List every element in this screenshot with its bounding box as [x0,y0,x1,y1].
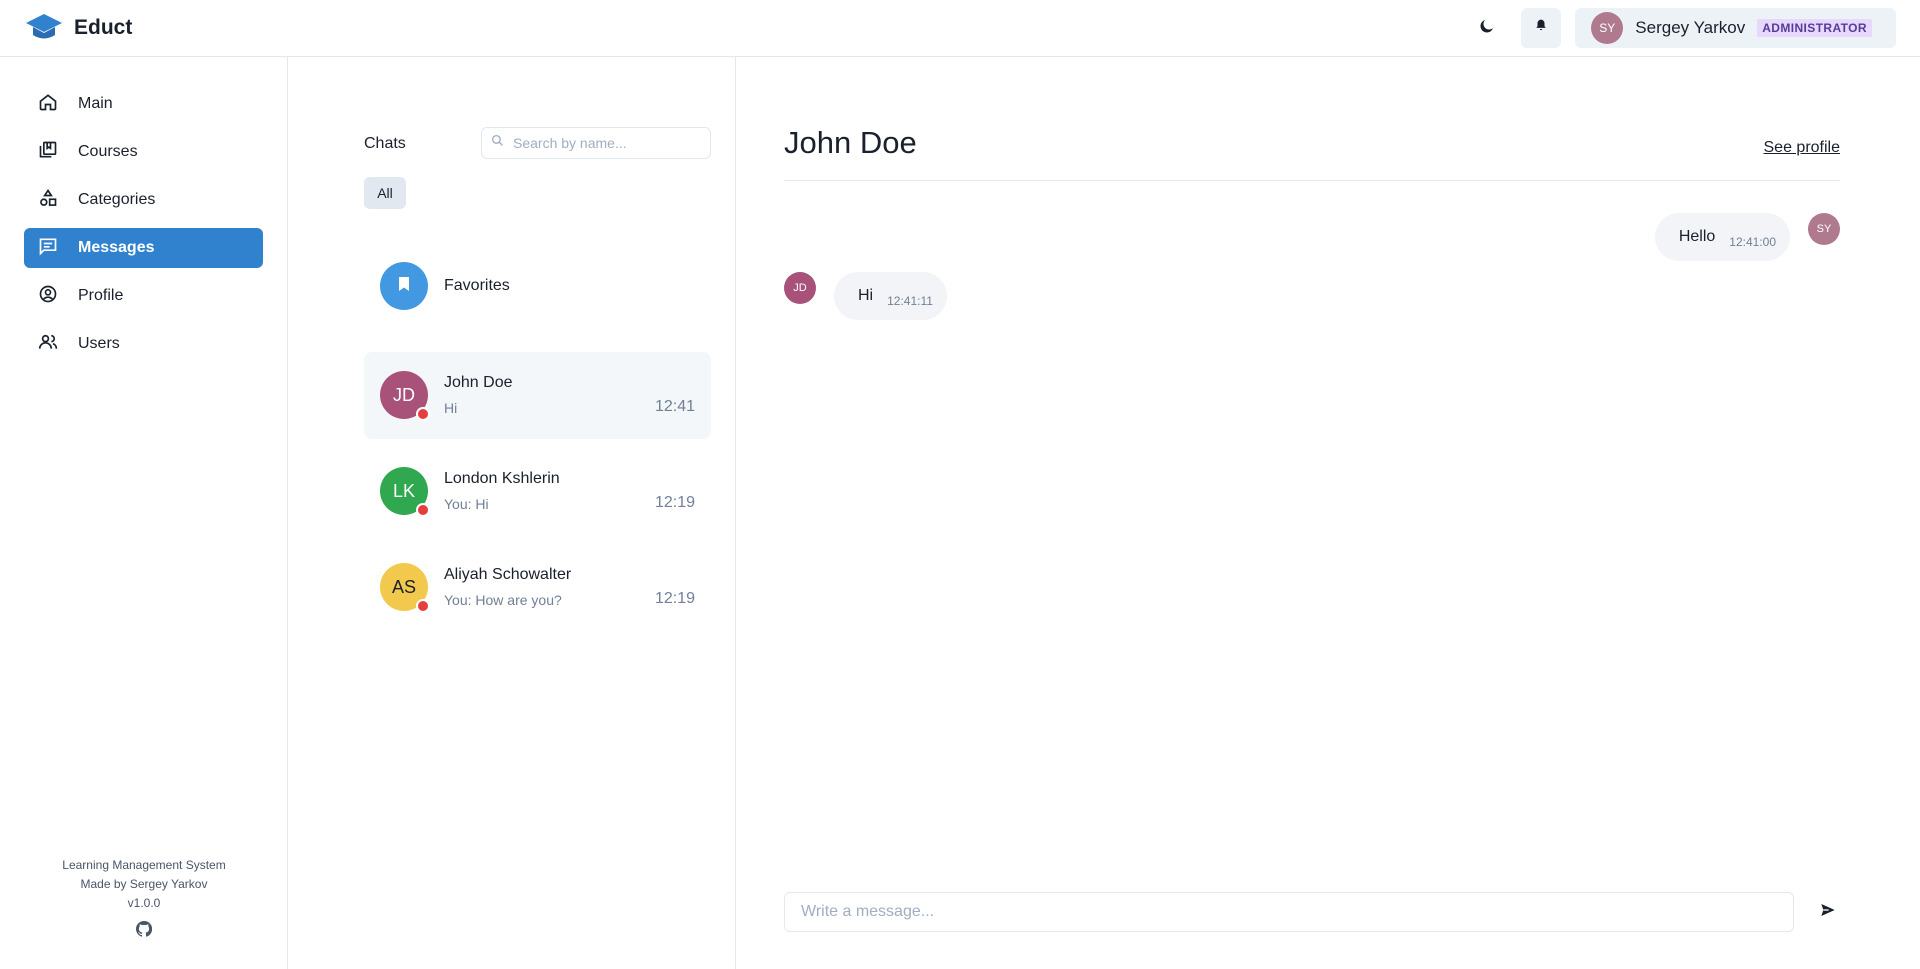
sidebar-item-categories[interactable]: Categories [24,180,263,220]
avatar: SY [1591,12,1624,44]
chat-time: 12:19 [654,494,695,511]
unread-dot [416,599,430,613]
github-link[interactable] [0,920,288,943]
top-header: Educt SY Sergey Yarkov ADMINISTRATOR [0,0,1920,57]
avatar-initials: AS [391,576,416,597]
search-input[interactable] [513,135,703,151]
brand[interactable]: Educt [24,12,132,44]
sidebar-item-courses[interactable]: Courses [24,132,263,172]
footer-author: Made by Sergey Yarkov [80,877,208,891]
message-icon [38,236,58,261]
avatar-initials: JD [393,384,415,405]
message-time: 12:41:11 [887,294,933,308]
favorites-avatar [380,262,428,310]
sidebar-item-label: Main [78,95,113,112]
avatar: LK [380,467,430,517]
avatar: JD [380,371,430,421]
sidebar-item-profile[interactable]: Profile [24,276,263,316]
chat-item[interactable]: JD John Doe Hi 12:41 [364,352,711,439]
bookmark-icon [397,276,411,297]
chat-list-panel: Chats All Favorites JD John Doe Hi 12:41 [288,57,736,969]
user-menu-button[interactable]: SY Sergey Yarkov ADMINISTRATOR [1575,8,1896,48]
sidebar-item-label: Users [78,335,120,352]
footer-app-name: Learning Management System [62,858,226,872]
chat-time: 12:41 [654,398,695,415]
send-icon [1820,902,1836,923]
user-circle-icon [38,284,58,309]
avatar: SY [1808,213,1840,245]
sidebar-item-messages[interactable]: Messages [24,228,263,268]
see-profile-link[interactable]: See profile [1764,139,1841,157]
message-bubble[interactable]: Hi 12:41:11 [834,272,947,320]
chat-preview: You: Hi [444,496,489,512]
sidebar-item-label: Messages [78,239,155,256]
library-icon [38,140,58,165]
chat-item-favorites[interactable]: Favorites [364,243,711,330]
header-actions: SY Sergey Yarkov ADMINISTRATOR [1467,8,1896,48]
moon-icon [1478,17,1496,40]
message-time: 12:41:00 [1729,235,1776,249]
sidebar-item-label: Profile [78,287,124,304]
chat-name: Aliyah Schowalter [444,566,572,583]
chat-name: Favorites [444,277,510,294]
sidebar-item-label: Courses [78,143,138,160]
sidebar-footer: Learning Management System Made by Serge… [0,856,288,943]
chat-name: John Doe [444,374,513,391]
sidebar-item-label: Categories [78,191,156,208]
home-icon [38,92,58,117]
message-composer [784,892,1794,932]
github-icon [135,920,153,943]
shapes-icon [38,188,58,213]
chat-item[interactable]: AS Aliyah Schowalter You: How are you? 1… [364,544,711,631]
sidebar-item-users[interactable]: Users [24,324,263,364]
chat-time: 12:19 [654,590,695,607]
search-icon [491,134,504,152]
avatar: AS [380,563,430,613]
message-text: Hi [858,287,874,304]
message-bubble[interactable]: Hello 12:41:00 [1654,213,1790,261]
unread-dot [416,407,430,421]
user-name: Sergey Yarkov [1635,18,1746,37]
chat-name: London Kshlerin [444,470,560,487]
send-button[interactable] [1808,892,1848,932]
unread-dot [416,503,430,517]
chat-preview: Hi [444,400,458,416]
conversation-title: John Doe [784,125,917,160]
divider [784,180,1840,181]
users-icon [38,332,58,357]
filter-all-button[interactable]: All [364,177,406,209]
message-text: Hello [1678,228,1716,245]
sidebar: Main Courses Categories Messages Profile… [0,57,288,969]
avatar: JD [784,272,816,304]
brand-name: Educt [74,16,133,39]
sidebar-nav: Main Courses Categories Messages Profile… [24,84,263,372]
message-incoming: JD Hi 12:41:11 [784,272,947,320]
sidebar-item-main[interactable]: Main [24,84,263,124]
avatar-initials: LK [392,480,416,501]
role-badge: ADMINISTRATOR [1757,19,1872,37]
notifications-button[interactable] [1521,8,1562,48]
message-outgoing: Hello 12:41:00 SY [1654,213,1840,261]
chat-item[interactable]: LK London Kshlerin You: Hi 12:19 [364,448,711,535]
chats-title: Chats [364,135,406,152]
footer-version: v1.0.0 [127,896,161,910]
app-root: Educt SY Sergey Yarkov ADMINISTRATOR Mai… [0,0,1920,969]
chat-preview: You: How are you? [444,592,562,608]
bell-icon [1534,18,1548,38]
conversation-panel: John Doe See profile Hello 12:41:00 SY J… [736,57,1920,969]
theme-toggle-button[interactable] [1467,8,1507,48]
message-input[interactable] [801,903,1781,921]
graduation-cap-icon [24,12,64,44]
chat-search [481,127,711,159]
